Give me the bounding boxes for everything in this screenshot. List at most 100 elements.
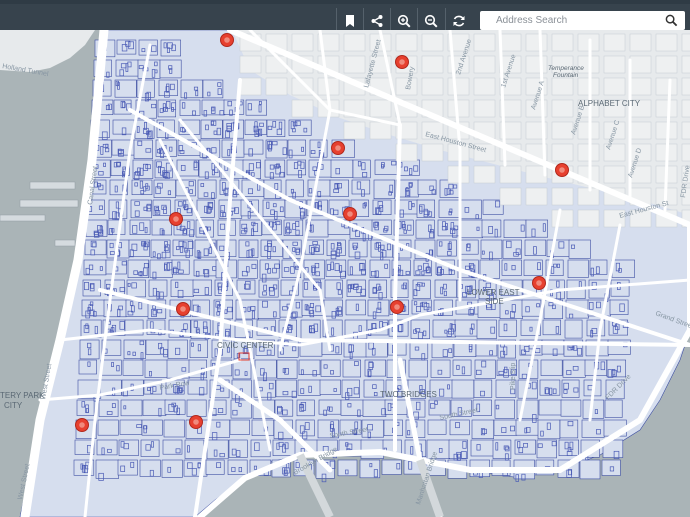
tax-lot [568, 239, 591, 259]
tax-lot [542, 319, 562, 336]
tax-lot [502, 239, 522, 259]
city-block [603, 165, 626, 184]
tax-lot [373, 179, 395, 200]
city-block [499, 33, 522, 52]
tax-lot [167, 339, 188, 359]
tax-lot [184, 439, 205, 459]
tax-lot [609, 299, 629, 315]
city-block [525, 55, 548, 74]
map-marker-center [173, 216, 179, 222]
tax-lot [179, 99, 201, 116]
city-block [655, 77, 678, 96]
tax-lot [369, 259, 391, 279]
label-lower-east-side-2: SIDE [485, 297, 504, 306]
city-block [655, 55, 678, 74]
tax-lot [611, 259, 635, 278]
tax-lot [227, 459, 248, 475]
tax-lot [297, 379, 321, 396]
city-block [291, 33, 314, 52]
tax-lot [206, 439, 229, 460]
search-icon[interactable] [665, 14, 678, 27]
refresh-icon [453, 15, 465, 27]
tax-lot [546, 239, 570, 257]
tax-lot [161, 459, 183, 478]
address-search-input[interactable] [480, 11, 660, 30]
tax-lot [540, 359, 563, 376]
tax-lot [539, 379, 561, 396]
tax-lot [285, 179, 304, 198]
tax-lot [245, 99, 268, 116]
map-toolbar [0, 4, 690, 34]
zoom-out-icon [424, 14, 438, 28]
tax-lot [262, 199, 286, 218]
city-block [239, 55, 262, 74]
tax-lot [159, 59, 182, 79]
city-block [343, 33, 366, 52]
city-block [629, 55, 652, 74]
tax-lot [98, 399, 119, 417]
tax-lot [521, 299, 542, 317]
city-block [551, 99, 574, 118]
city-block [473, 55, 496, 74]
tax-lot [237, 259, 258, 279]
tax-lot [564, 319, 583, 339]
tax-lot [264, 159, 286, 178]
tax-lot [437, 219, 460, 237]
tax-lot [133, 139, 153, 160]
tax-lot [454, 319, 479, 337]
tax-lot [238, 239, 259, 258]
city-block [577, 187, 600, 206]
tax-lot [122, 359, 144, 376]
tax-lot [451, 379, 475, 399]
tax-lot [258, 279, 279, 298]
tax-lot [381, 459, 402, 475]
tax-lot [362, 399, 387, 417]
tax-lot [197, 179, 217, 199]
city-block [447, 77, 470, 96]
tax-lot [257, 299, 281, 319]
tax-lot [341, 379, 360, 399]
tax-lot [538, 399, 563, 416]
pier [0, 214, 46, 222]
city-block [369, 121, 392, 140]
tax-lot [145, 339, 169, 355]
city-block [681, 55, 690, 74]
city-block [629, 121, 652, 140]
tax-lot [236, 279, 256, 295]
city-block [421, 143, 444, 162]
map-marker-center [79, 422, 85, 428]
tax-lot [345, 299, 366, 316]
tax-lot [434, 279, 457, 298]
city-block [603, 55, 626, 74]
tax-lot [410, 319, 431, 339]
tax-lot [272, 439, 297, 456]
city-block [551, 33, 574, 52]
map-canvas[interactable]: ALPHABET CITY LOWER EAST SIDE TWO BRIDGE… [0, 30, 690, 517]
tax-lot [229, 419, 250, 435]
tax-lot [427, 419, 447, 435]
tax-lot [162, 439, 183, 455]
city-block [525, 33, 548, 52]
city-block [473, 33, 496, 52]
tax-lot [287, 139, 306, 156]
tax-lot [243, 139, 264, 155]
tax-lot [144, 359, 169, 378]
tax-lot [95, 459, 120, 479]
city-block [369, 99, 392, 118]
address-search-box [480, 11, 685, 30]
tax-lot [561, 379, 580, 398]
pier [19, 199, 79, 208]
map-marker-center [224, 37, 230, 43]
city-block [473, 165, 496, 184]
tax-lot [298, 359, 321, 375]
tax-lot [325, 259, 347, 277]
tax-lot [323, 299, 343, 317]
city-block [525, 187, 548, 206]
tax-lot [96, 439, 118, 456]
tax-lot [142, 399, 167, 416]
tax-lot [368, 279, 387, 299]
map-marker-center [335, 145, 341, 151]
tax-lot [275, 379, 297, 398]
city-block [551, 143, 574, 162]
map-marker-center [347, 211, 353, 217]
